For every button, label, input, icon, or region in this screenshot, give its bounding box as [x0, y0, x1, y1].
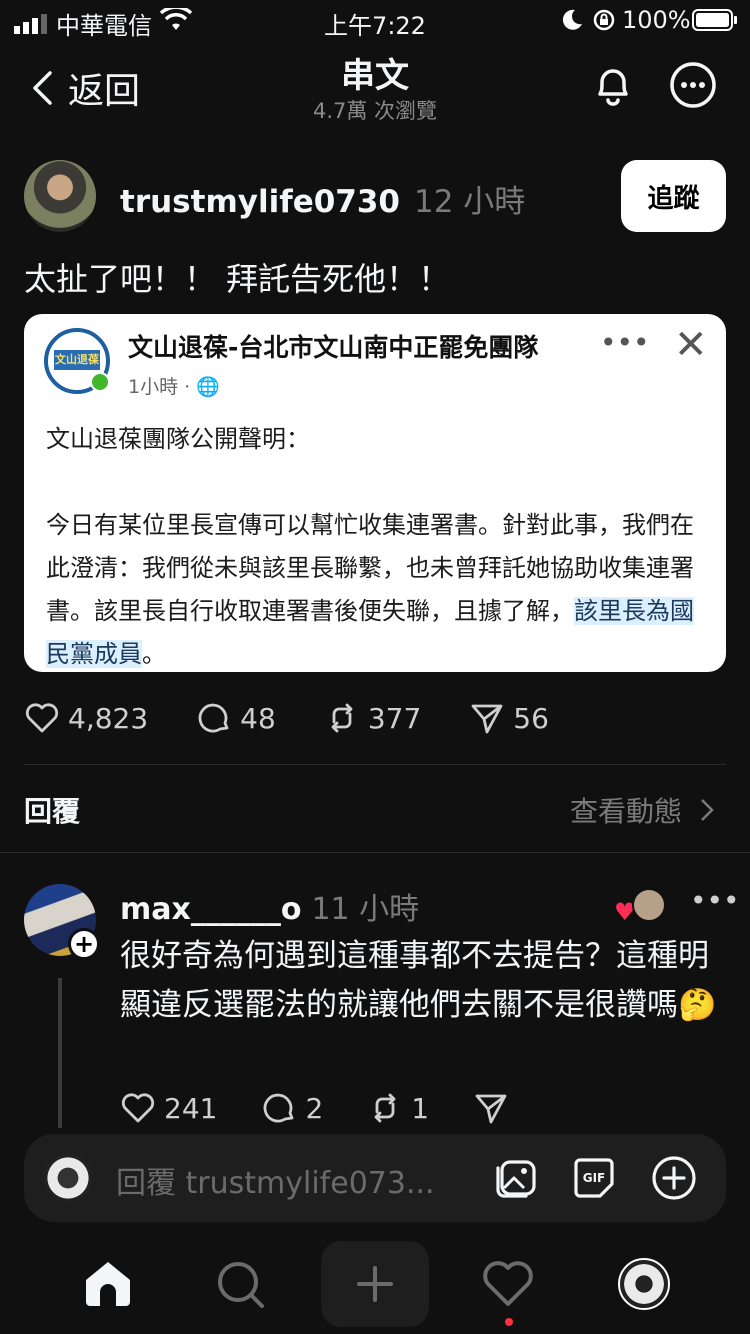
divider — [0, 852, 750, 853]
more-icon[interactable] — [668, 60, 718, 110]
reply-like-count: 241 — [164, 1091, 218, 1125]
reply-username[interactable]: max______o — [120, 892, 301, 927]
like-count: 4,823 — [68, 701, 149, 735]
add-icon[interactable] — [650, 1154, 698, 1202]
view-activity-label: 查看動態 — [569, 795, 682, 828]
reply-comment-count: 2 — [305, 1091, 324, 1125]
send-icon — [471, 704, 503, 734]
gif-icon[interactable]: GIF — [570, 1154, 618, 1202]
heart-icon — [121, 1093, 155, 1123]
search-icon[interactable] — [212, 1256, 268, 1312]
share-count: 56 — [513, 701, 549, 735]
embed-body-main: 文山退葆團隊公開聲明： 今日有某位里長宣傳可以幫忙收集連署書。針對此事，我們在此… — [46, 425, 694, 625]
embed-body-end: 。 — [142, 640, 166, 668]
thread-line — [58, 978, 62, 1128]
reply-repost-button[interactable]: 1 — [367, 1090, 429, 1126]
battery-icon — [692, 9, 738, 37]
reply-like-button[interactable]: 241 — [120, 1090, 217, 1126]
plus-icon — [357, 1266, 393, 1302]
reply-repost-count: 1 — [411, 1091, 430, 1125]
battery-percent: 100% — [622, 6, 691, 34]
like-button[interactable]: 4,823 — [24, 700, 148, 736]
status-bar: 中華電信 上午7:22 100% — [0, 0, 750, 40]
author-line: trustmylife0730 12 小時 — [120, 176, 525, 221]
comment-icon — [264, 1093, 294, 1123]
repost-icon — [374, 1093, 396, 1123]
globe-icon: 🌐 — [196, 376, 220, 398]
composer-avatar — [44, 1154, 92, 1202]
reply-author-line: max______o 11 小時 — [120, 884, 419, 928]
embed-more-icon: ••• — [600, 326, 650, 359]
repost-icon — [331, 703, 353, 733]
repost-button[interactable]: 377 — [324, 700, 421, 736]
embed-time: 1小時 · — [128, 376, 197, 398]
bell-icon[interactable] — [588, 60, 638, 110]
embed-meta: 1小時 · 🌐 — [128, 372, 220, 399]
divider — [24, 764, 726, 765]
send-icon — [475, 1094, 507, 1124]
reply-composer[interactable]: 回覆 trustmylife073... GIF — [24, 1134, 726, 1222]
replies-heading: 回覆 — [24, 795, 81, 828]
page-logo-text: 文山退葆 — [54, 350, 100, 370]
embed-body: 文山退葆團隊公開聲明： 今日有某位里長宣傳可以幫忙收集連署書。針對此事，我們在此… — [46, 418, 716, 672]
follow-button[interactable]: 追蹤 — [621, 160, 726, 232]
photo-icon[interactable] — [492, 1154, 540, 1202]
rotation-lock-icon — [592, 8, 616, 38]
heart-icon — [25, 703, 59, 733]
reply-stats: 241 2 1 — [120, 1090, 553, 1126]
author-username[interactable]: trustmylife0730 — [120, 184, 400, 220]
post-stats: 4,823 48 377 56 — [24, 700, 597, 736]
reply-time: 11 小時 — [311, 892, 420, 927]
svg-text:GIF: GIF — [583, 1171, 606, 1185]
embedded-post-image[interactable]: 文山退葆 文山退葆-台北市文山南中正罷免團隊 ••• ✕ 1小時 · 🌐 文山退… — [24, 314, 726, 672]
post-text: 太扯了吧！！ 拜託告死他！！ — [24, 260, 451, 298]
comment-count: 48 — [240, 701, 276, 735]
share-button[interactable]: 56 — [469, 700, 549, 736]
online-dot — [90, 372, 110, 392]
author-avatar[interactable] — [24, 160, 96, 232]
reply-share-button[interactable] — [473, 1090, 509, 1126]
home-icon[interactable] — [80, 1256, 136, 1312]
chevron-right-icon — [701, 799, 714, 821]
page-logo: 文山退葆 — [44, 328, 110, 394]
reply-input[interactable]: 回覆 trustmylife073... — [116, 1158, 435, 1202]
follow-plus-icon[interactable]: + — [68, 928, 100, 960]
comment-button[interactable]: 48 — [196, 700, 276, 736]
reply-text: 很好奇為何遇到這種事都不去提告？這種明顯違反選罷法的就讓他們去關不是很讚嗎🤔 — [120, 938, 717, 1023]
reply-comment-button[interactable]: 2 — [261, 1090, 323, 1126]
profile-avatar[interactable] — [618, 1258, 670, 1310]
notification-dot — [505, 1318, 513, 1326]
repost-count: 377 — [367, 701, 422, 735]
view-activity-link[interactable]: 查看動態 — [570, 790, 714, 830]
new-post-button[interactable] — [321, 1241, 429, 1327]
post-time: 12 小時 — [414, 184, 526, 220]
moon-icon — [560, 8, 584, 38]
embed-close-icon: ✕ — [674, 322, 708, 368]
liked-by-author-avatar — [632, 888, 666, 922]
reply-more-icon[interactable]: ••• — [690, 884, 740, 917]
activity-heart-icon[interactable] — [480, 1256, 536, 1312]
embed-page-name: 文山退葆-台北市文山南中正罷免團隊 — [128, 333, 539, 362]
comment-icon — [198, 703, 229, 733]
